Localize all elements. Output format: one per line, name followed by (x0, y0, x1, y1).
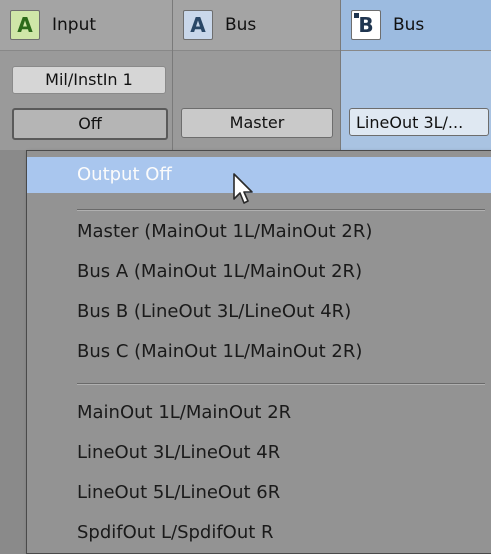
mixer-background (0, 150, 26, 554)
channel-badge-a-icon[interactable]: A (10, 10, 40, 40)
channel-header-bus-a: A Bus (173, 0, 340, 51)
menu-item-bus-a[interactable]: Bus A (MainOut 1L/MainOut 2R) (27, 254, 491, 290)
channel-header-bus-b: B Bus (341, 0, 491, 51)
channel-label: Input (52, 15, 97, 35)
input-source-chip[interactable]: Mil/InstIn 1 (12, 66, 166, 94)
bus-b-badge-icon[interactable]: B (351, 10, 381, 40)
menu-item-spdifout[interactable]: SpdifOut L/SpdifOut R (27, 515, 491, 551)
output-dropdown-menu: Output Off Master (MainOut 1L/MainOut 2R… (26, 150, 491, 554)
channel-strip-input: A Input Mil/InstIn 1 Off (0, 0, 173, 150)
menu-item-bus-c[interactable]: Bus C (MainOut 1L/MainOut 2R) (27, 334, 491, 370)
menu-item-output-off[interactable]: Output Off (27, 157, 491, 193)
menu-item-lineout-5-6[interactable]: LineOut 5L/LineOut 6R (27, 475, 491, 511)
menu-separator (77, 209, 485, 211)
menu-separator (77, 383, 485, 385)
output-select-button[interactable]: Master (181, 108, 333, 138)
channel-strip-bus-b: B Bus LineOut 3L/... (341, 0, 491, 150)
menu-item-lineout-3-4[interactable]: LineOut 3L/LineOut 4R (27, 435, 491, 471)
output-select-button[interactable]: Off (12, 108, 168, 140)
channel-header-input: A Input (0, 0, 172, 51)
menu-item-mainout-1-2[interactable]: MainOut 1L/MainOut 2R (27, 395, 491, 431)
output-select-button[interactable]: LineOut 3L/... (349, 108, 489, 136)
bus-a-badge-icon[interactable]: A (183, 10, 213, 40)
mouse-pointer-icon (233, 173, 253, 204)
channel-strip-bus-a: A Bus Master (173, 0, 341, 150)
channel-label: Bus (393, 15, 425, 35)
menu-item-master[interactable]: Master (MainOut 1L/MainOut 2R) (27, 214, 491, 250)
channel-label: Bus (225, 15, 257, 35)
menu-item-bus-b[interactable]: Bus B (LineOut 3L/LineOut 4R) (27, 294, 491, 330)
